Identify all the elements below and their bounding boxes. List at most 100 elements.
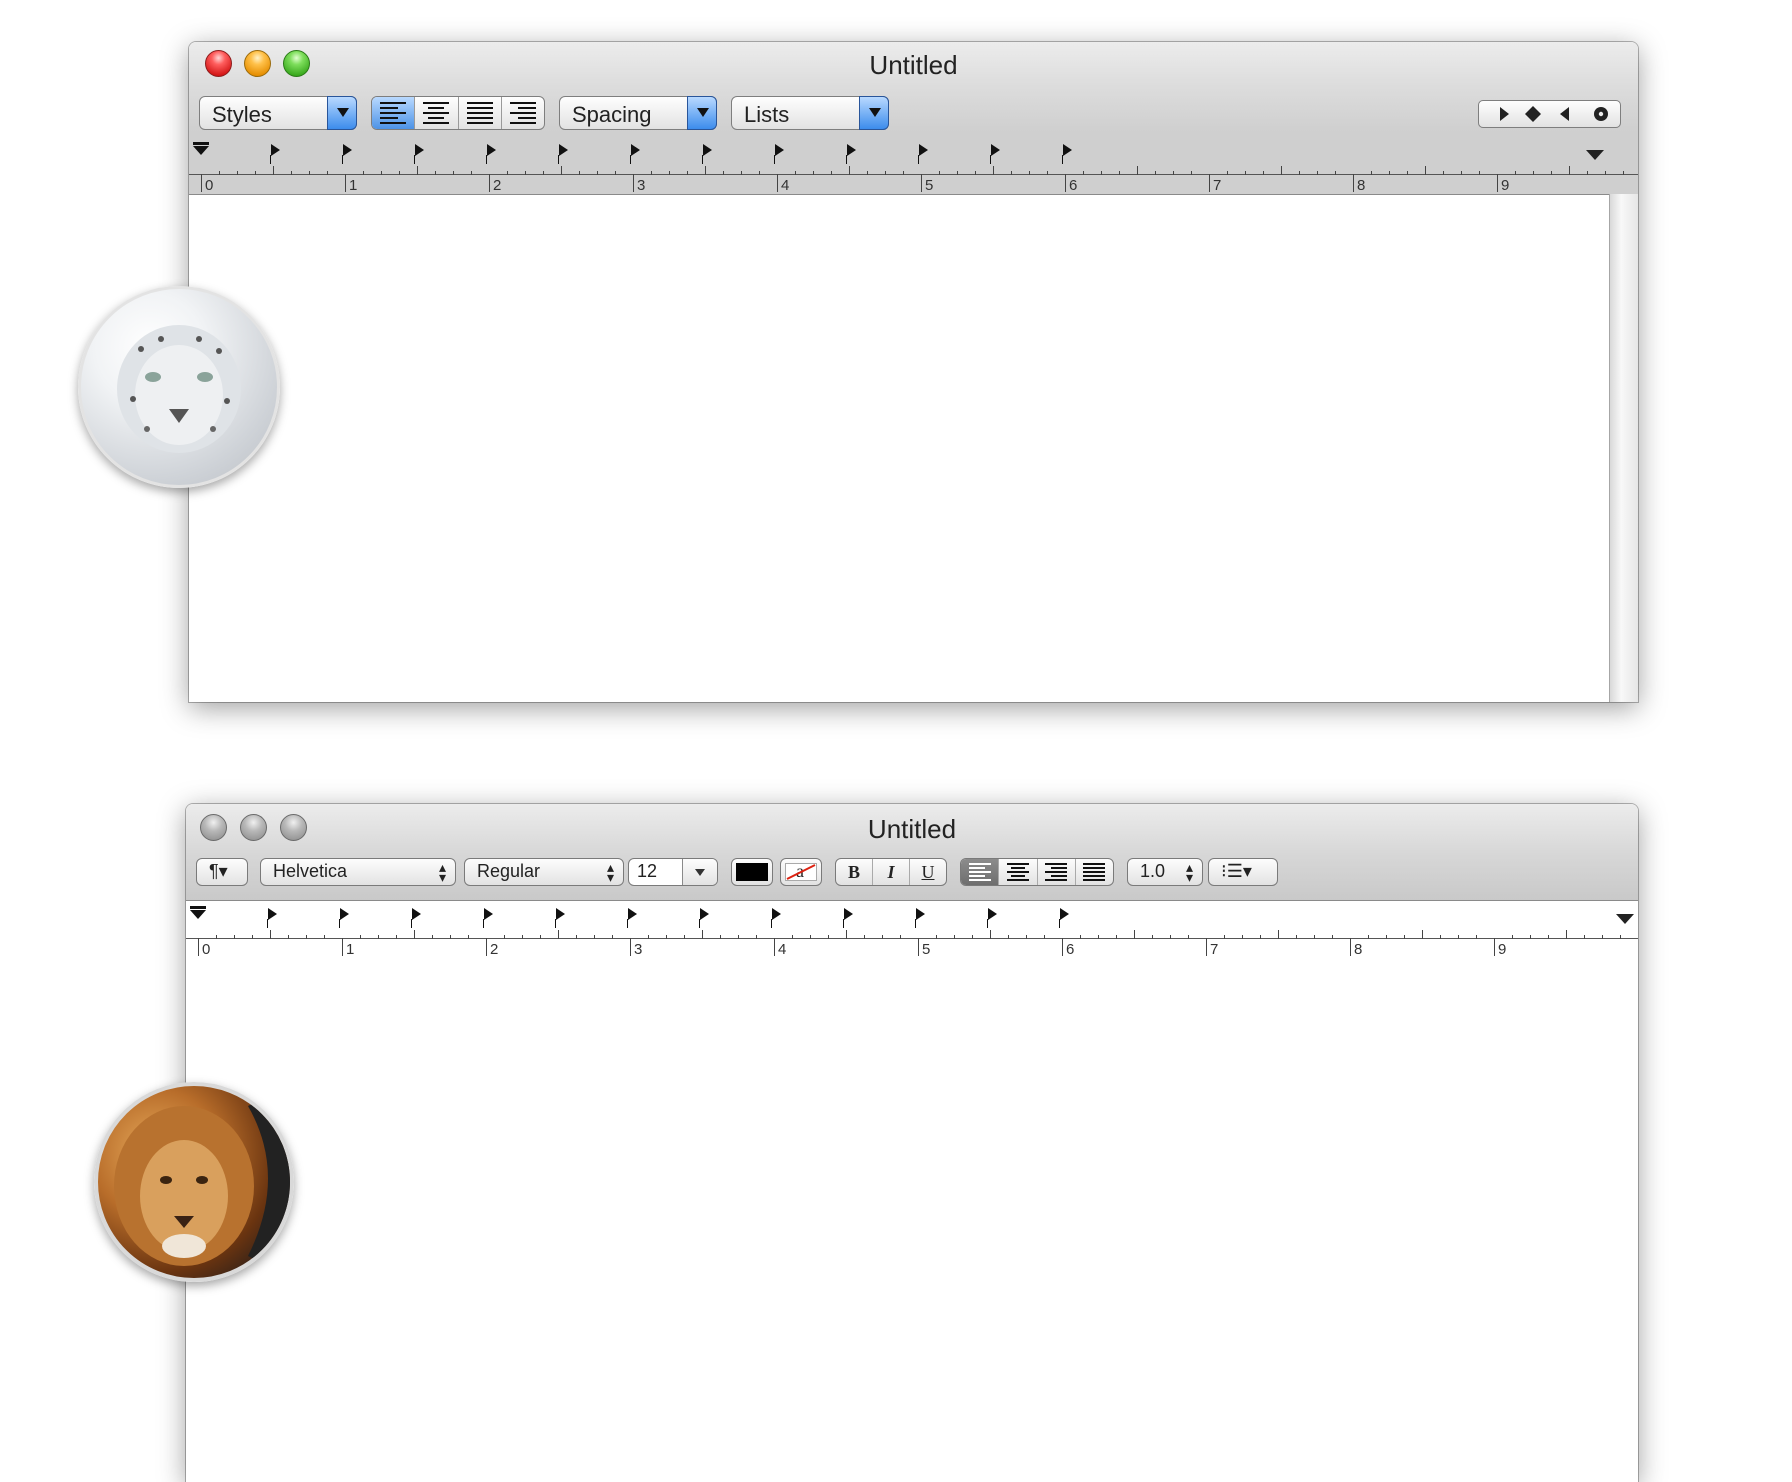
italic-button[interactable]: I: [873, 859, 910, 885]
tab-stop-marker[interactable]: [771, 908, 781, 928]
ruler-tick: [543, 171, 544, 175]
tab-stop-marker[interactable]: [555, 908, 565, 928]
tab-stop-marker[interactable]: [990, 144, 1000, 164]
ruler-tick: [1011, 171, 1012, 175]
tab-stop-marker[interactable]: [414, 144, 424, 164]
styles-popup[interactable]: Styles: [199, 96, 357, 130]
font-size-combo[interactable]: 12: [628, 858, 718, 886]
ruler-number: 6: [1069, 177, 1078, 194]
ruler[interactable]: 0 1 2 3 4 5 6 7 8 9: [186, 904, 1638, 958]
tab-stop-marker[interactable]: [411, 908, 421, 928]
vertical-scrollbar[interactable]: [1609, 194, 1638, 702]
tab-stop-marker[interactable]: [774, 144, 784, 164]
line-spacing-popup[interactable]: 1.0 ▴ ▾: [1127, 858, 1203, 886]
window-title: Untitled: [869, 50, 958, 80]
tab-stop-marker[interactable]: [627, 908, 637, 928]
paragraph-styles-button[interactable]: ¶▾: [196, 858, 248, 886]
ruler-tick: [1422, 930, 1423, 939]
lists-popup[interactable]: ⁝☰▾: [1208, 858, 1278, 886]
tab-stop-marker[interactable]: [339, 908, 349, 928]
tab-stop-marker[interactable]: [486, 144, 496, 164]
align-justify-button[interactable]: [459, 97, 502, 129]
right-margin-marker[interactable]: [1586, 150, 1604, 160]
ruler-tick: [324, 935, 325, 939]
ruler-tick: [327, 171, 328, 175]
ruler-tick: [1026, 935, 1027, 939]
font-family-popup[interactable]: Helvetica ▴ ▾: [260, 858, 456, 886]
ruler-tick: [1188, 935, 1189, 939]
ruler-tick: [252, 935, 253, 939]
ruler-tick: [1548, 935, 1549, 939]
align-right-button[interactable]: [1038, 859, 1076, 885]
tab-stop-marker[interactable]: [1062, 144, 1072, 164]
ruler-tick: [792, 935, 793, 939]
ruler-tick: [1620, 935, 1621, 939]
align-center-button[interactable]: [415, 97, 459, 129]
highlight-color-button[interactable]: a: [780, 858, 822, 886]
tab-stop-marker[interactable]: [483, 908, 493, 928]
font-size-dropdown[interactable]: [682, 859, 717, 885]
bold-button[interactable]: B: [836, 859, 873, 885]
tab-stop-marker[interactable]: [702, 144, 712, 164]
tab-stop-marker[interactable]: [843, 908, 853, 928]
ruler-number: 0: [205, 177, 214, 194]
tab-stop-marker[interactable]: [987, 908, 997, 928]
ruler-tick: [1065, 174, 1066, 192]
right-margin-marker[interactable]: [1616, 914, 1634, 924]
ruler-tick: [1533, 171, 1534, 175]
underline-button[interactable]: U: [910, 859, 946, 885]
tab-stop-marker[interactable]: [630, 144, 640, 164]
tab-stop-marker[interactable]: [846, 144, 856, 164]
align-right-button[interactable]: [502, 97, 544, 129]
ruler-tick: [1443, 171, 1444, 175]
lists-label: Lists: [744, 102, 790, 127]
document-text-area[interactable]: [189, 195, 1609, 702]
ruler-tick: [1368, 935, 1369, 939]
first-line-indent-marker[interactable]: [190, 906, 206, 920]
lists-popup[interactable]: Lists: [731, 96, 889, 130]
tab-stop-marker[interactable]: [699, 908, 709, 928]
tab-stop-marker[interactable]: [1059, 908, 1069, 928]
tab-stops-control[interactable]: [1478, 100, 1621, 128]
ruler-tick: [1386, 935, 1387, 939]
align-justify-icon: [1083, 863, 1106, 881]
align-justify-button[interactable]: [1076, 859, 1113, 885]
align-left-icon: [380, 102, 407, 124]
first-line-indent-marker[interactable]: [193, 142, 209, 156]
font-style-stepper-icon: ▴ ▾: [606, 859, 614, 885]
text-color-button[interactable]: [731, 858, 773, 886]
tab-stop-marker[interactable]: [267, 908, 277, 928]
right-tab-icon[interactable]: [1560, 107, 1569, 121]
ruler-tick: [1137, 166, 1138, 175]
tab-stop-marker[interactable]: [342, 144, 352, 164]
align-left-button[interactable]: [961, 859, 1000, 885]
align-left-button[interactable]: [372, 97, 416, 129]
ruler[interactable]: 0 1 2 3 4 5 6 7 8 9: [189, 140, 1638, 194]
align-center-button[interactable]: [999, 859, 1038, 885]
ruler-tick: [1206, 938, 1207, 956]
ruler-tick: [378, 935, 379, 939]
ruler-tick: [993, 166, 994, 175]
spacing-popup[interactable]: Spacing: [559, 96, 717, 130]
left-tab-icon[interactable]: [1500, 107, 1509, 121]
ruler-tick: [615, 171, 616, 175]
ruler-number: 8: [1357, 177, 1366, 194]
tab-stop-marker[interactable]: [918, 144, 928, 164]
ruler-baseline: [186, 938, 1638, 939]
ruler-tick: [1440, 935, 1441, 939]
document-text-area[interactable]: [186, 958, 1638, 1482]
font-family-value: Helvetica: [273, 861, 348, 881]
font-style-popup[interactable]: Regular ▴ ▾: [464, 858, 624, 886]
ruler-tick: [777, 174, 778, 192]
ruler-tick: [1404, 935, 1405, 939]
ruler-tick: [900, 935, 901, 939]
tab-stop-marker[interactable]: [270, 144, 280, 164]
ruler-tick: [1461, 171, 1462, 175]
tab-stop-marker[interactable]: [915, 908, 925, 928]
ruler-tick: [417, 166, 418, 175]
center-tab-icon[interactable]: [1525, 106, 1541, 122]
ruler-tick: [1605, 171, 1606, 175]
tab-stop-marker[interactable]: [558, 144, 568, 164]
ruler-tick: [1623, 171, 1624, 175]
ruler-number: 3: [634, 941, 643, 958]
